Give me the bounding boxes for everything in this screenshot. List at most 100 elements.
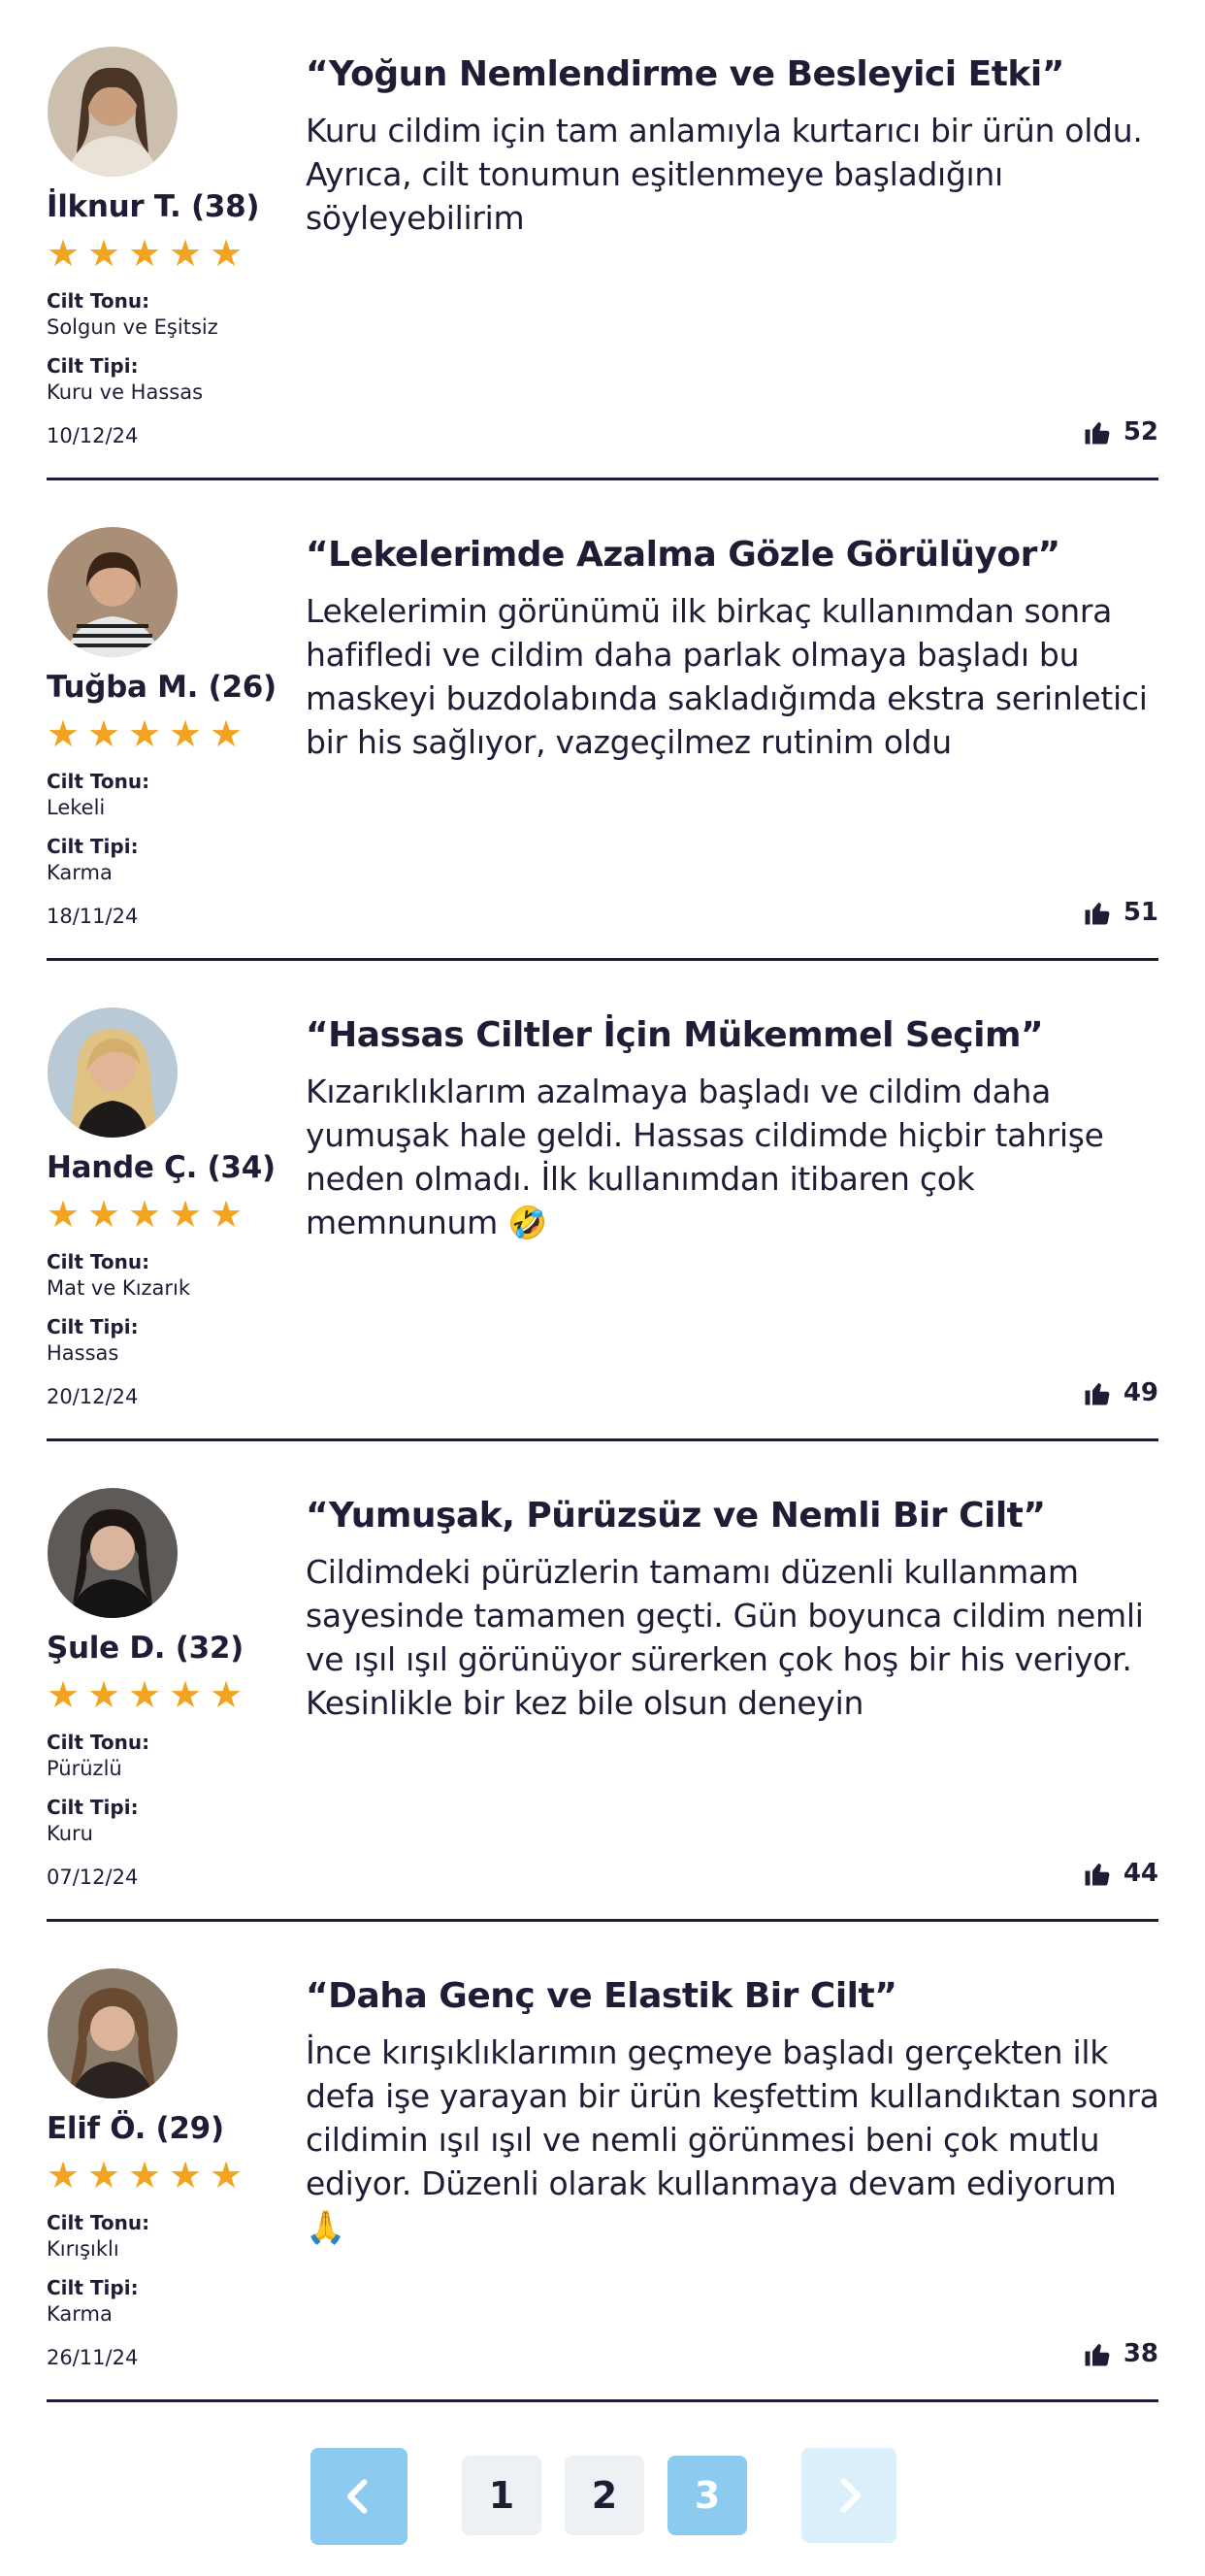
page-button-3[interactable]: 3 (668, 2456, 747, 2535)
review-body: İnce kırışıklıklarımın geçmeye başladı g… (306, 2033, 1159, 2246)
avatar (48, 47, 178, 177)
star-icon: ★ (210, 2154, 244, 2196)
like-count: 38 (1123, 2339, 1158, 2368)
skin-tone-label: Cilt Tonu: (47, 1250, 150, 1273)
page-button-1[interactable]: 1 (462, 2456, 541, 2535)
skin-tone-label: Cilt Tonu: (47, 1731, 150, 1754)
star-icon: ★ (169, 1193, 203, 1236)
thumbs-up-icon (1085, 1863, 1110, 1886)
like-count: 52 (1123, 417, 1158, 446)
star-icon: ★ (47, 712, 81, 755)
like-button[interactable]: 38 (1083, 2339, 1158, 2368)
star-rating: ★ ★ ★ ★ ★ (47, 715, 247, 752)
review-body: Lekelerimin görünümü ilk birkaç kullanım… (306, 592, 1148, 761)
star-icon: ★ (128, 2154, 162, 2196)
review-title: “Daha Genç ve Elastik Bir Cilt” (306, 1976, 897, 2016)
like-button[interactable]: 49 (1083, 1378, 1158, 1407)
avatar (48, 527, 178, 657)
page-button-2[interactable]: 2 (565, 2456, 644, 2535)
skin-tone-label: Cilt Tonu: (47, 289, 150, 313)
star-icon: ★ (87, 1193, 121, 1236)
skin-tone-label: Cilt Tonu: (47, 770, 150, 793)
skin-type-label: Cilt Tipi: (47, 1315, 139, 1338)
star-icon: ★ (210, 1673, 244, 1716)
review-date: 20/12/24 (47, 1385, 139, 1408)
star-icon: ★ (128, 1193, 162, 1236)
review-date: 18/11/24 (47, 905, 139, 928)
skin-type-value: Kuru ve Hassas (47, 380, 204, 404)
like-button[interactable]: 52 (1083, 417, 1158, 446)
star-icon: ★ (47, 232, 81, 275)
like-count: 51 (1123, 898, 1158, 927)
star-rating: ★ ★ ★ ★ ★ (47, 2157, 247, 2194)
star-rating: ★ ★ ★ ★ ★ (47, 1196, 247, 1233)
star-icon: ★ (210, 232, 244, 275)
review-body: Kızarıklıklarım azalmaya başladı ve cild… (306, 1073, 1104, 1241)
review-title: “Lekelerimde Azalma Gözle Görülüyor” (306, 535, 1060, 575)
review-date: 26/11/24 (47, 2346, 139, 2369)
skin-type-value: Karma (47, 2302, 113, 2326)
like-button[interactable]: 44 (1083, 1859, 1158, 1888)
avatar (48, 1968, 178, 2098)
skin-tone-value: Lekeli (47, 796, 106, 819)
skin-tone-value: Mat ve Kızarık (47, 1276, 191, 1300)
review-card: İlknur T. (38) ★ ★ ★ ★ ★ Cilt Tonu: Solgun v… (47, 0, 1158, 480)
star-icon: ★ (87, 712, 121, 755)
star-icon: ★ (87, 232, 121, 275)
star-icon: ★ (87, 2154, 121, 2196)
thumbs-up-icon (1085, 421, 1110, 445)
skin-tone-value: Pürüzlü (47, 1757, 122, 1780)
reviewer-name: Tuğba M. (26) (47, 670, 277, 705)
star-icon: ★ (169, 2154, 203, 2196)
star-rating: ★ ★ ★ ★ ★ (47, 235, 247, 272)
like-button[interactable]: 51 (1083, 898, 1158, 927)
star-icon: ★ (47, 1673, 81, 1716)
skin-type-value: Karma (47, 861, 113, 884)
skin-tone-value: Solgun ve Eşitsiz (47, 315, 218, 339)
review-title: “Yoğun Nemlendirme ve Besleyici Etki” (306, 54, 1064, 94)
review-title: “Yumuşak, Pürüzsüz ve Nemli Bir Cilt” (306, 1496, 1046, 1536)
avatar (48, 1488, 178, 1618)
skin-type-label: Cilt Tipi: (47, 835, 139, 858)
star-icon: ★ (210, 1193, 244, 1236)
star-icon: ★ (169, 1673, 203, 1716)
star-icon: ★ (210, 712, 244, 755)
reviewer-name: Elif Ö. (29) (47, 2111, 224, 2146)
thumbs-up-icon (1085, 902, 1110, 925)
review-body: Kuru cildim için tam anlamıyla kurtarıcı… (306, 112, 1143, 237)
review-body: Cildimdeki pürüzlerin tamamı düzenli kul… (306, 1553, 1144, 1722)
star-icon: ★ (47, 2154, 81, 2196)
star-icon: ★ (169, 232, 203, 275)
star-icon: ★ (47, 1193, 81, 1236)
star-icon: ★ (128, 712, 162, 755)
reviewer-name: İlknur T. (38) (47, 189, 260, 224)
review-card: Tuğba M. (26) ★ ★ ★ ★ ★ Cilt Tonu: Lekeli Ci… (47, 480, 1158, 961)
star-icon: ★ (87, 1673, 121, 1716)
reviewer-name: Şule D. (32) (47, 1631, 244, 1666)
review-card: Hande Ç. (34) ★ ★ ★ ★ ★ Cilt Tonu: Mat ve Kı… (47, 961, 1158, 1441)
reviewer-name: Hande Ç. (34) (47, 1150, 276, 1185)
pagination: 1 2 3 (0, 2448, 1205, 2545)
skin-type-value: Kuru (47, 1822, 93, 1845)
star-icon: ★ (128, 232, 162, 275)
skin-tone-value: Kırışıklı (47, 2237, 119, 2261)
star-icon: ★ (169, 712, 203, 755)
star-rating: ★ ★ ★ ★ ★ (47, 1676, 247, 1713)
review-card: Şule D. (32) ★ ★ ★ ★ ★ Cilt Tonu: Pürüzlü Ci… (47, 1441, 1158, 1922)
avatar (48, 1007, 178, 1138)
review-card: Elif Ö. (29) ★ ★ ★ ★ ★ Cilt Tonu: Kırışıklı … (47, 1922, 1159, 2402)
like-count: 44 (1123, 1859, 1158, 1888)
skin-tone-label: Cilt Tonu: (47, 2211, 150, 2234)
star-icon: ★ (128, 1673, 162, 1716)
like-count: 49 (1123, 1378, 1158, 1407)
review-date: 10/12/24 (47, 424, 139, 447)
chevron-left-icon (346, 2479, 368, 2514)
thumbs-up-icon (1085, 1382, 1110, 1405)
chevron-right-icon (840, 2478, 862, 2513)
skin-type-label: Cilt Tipi: (47, 354, 139, 378)
previous-page-button[interactable] (310, 2448, 407, 2545)
review-date: 07/12/24 (47, 1866, 139, 1889)
thumbs-up-icon (1085, 2343, 1110, 2366)
next-page-button[interactable] (801, 2448, 896, 2543)
skin-type-label: Cilt Tipi: (47, 2276, 139, 2299)
